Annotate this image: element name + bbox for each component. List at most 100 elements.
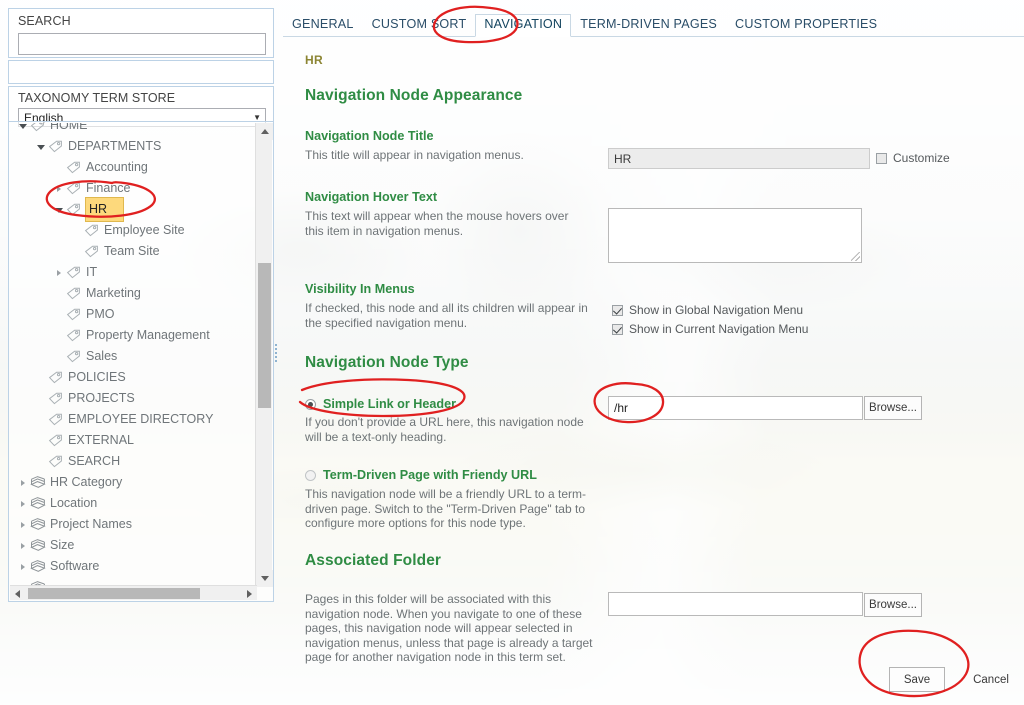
tab-term-driven-pages[interactable]: TERM-DRIVEN PAGES [571,15,726,36]
tree-item-label: HR Category [50,475,123,489]
navigation-settings-form: Navigation Node Appearance Navigation No… [283,72,1024,696]
tree-horizontal-scrollbar[interactable] [10,585,257,600]
tree-item-home[interactable]: HOME [10,123,257,136]
twisty-collapsed-icon[interactable] [16,556,30,577]
term-tag-icon [48,140,64,153]
term-tree-panel: HOME DEPARTMENTS Accounting Finance HR Employ… [8,121,274,602]
term-tag-icon [48,371,64,384]
term-tag-icon [84,224,100,237]
tree-item-property-management[interactable]: Property Management [10,325,257,346]
triangle-icon [21,564,25,570]
search-input[interactable] [18,33,266,55]
simple-link-radio[interactable] [305,398,316,410]
term-tag-icon [66,308,82,321]
associated-folder-input[interactable] [608,592,863,616]
tree-item-policies[interactable]: POLICIES [10,367,257,388]
term-tag-icon [66,329,82,342]
tree-item-team-site[interactable]: Team Site [10,241,257,262]
node-title-input[interactable] [608,148,870,169]
folder-browse-button[interactable]: Browse... [864,593,922,617]
tree-vertical-scrollbar[interactable] [255,123,273,587]
section-heading-associated-folder: Associated Folder [305,552,442,569]
triangle-right-icon [247,589,252,598]
tree-item-label: HR [84,197,125,222]
twisty-expanded-icon[interactable] [16,123,30,136]
tree-item-search[interactable]: SEARCH [10,451,257,472]
vertical-scroll-thumb[interactable] [258,263,271,408]
triangle-down-icon [260,576,269,581]
show-in-current-nav-label: Show in Current Navigation Menu [629,322,809,336]
scroll-left-button[interactable] [10,586,25,601]
twisty-collapsed-icon[interactable] [52,178,66,199]
tree-item-employee-directory[interactable]: EMPLOYEE DIRECTORY [10,409,257,430]
term-tag-icon [84,245,100,258]
tab-custom-sort[interactable]: CUSTOM SORT [363,15,476,36]
tab-custom-properties[interactable]: CUSTOM PROPERTIES [726,15,886,36]
customize-checkbox[interactable] [876,152,887,164]
show-in-global-nav-row[interactable]: Show in Global Navigation Menu [612,303,803,317]
resize-grip-icon[interactable] [851,252,860,261]
tree-item-it[interactable]: IT [10,262,257,283]
tree-item-hr[interactable]: HR [10,197,257,222]
tree-item-size[interactable]: Size [10,535,257,556]
twisty-collapsed-icon[interactable] [16,535,30,556]
section-heading-node-type: Navigation Node Type [305,354,469,371]
twisty-collapsed-icon[interactable] [52,262,66,283]
twisty-collapsed-icon[interactable] [16,493,30,514]
tree-item-finance[interactable]: Finance [10,178,257,199]
scroll-up-button[interactable] [256,123,273,140]
tree-item-project-names[interactable]: Project Names [10,514,257,535]
term-set-icon [30,476,46,489]
simple-link-label: Simple Link or Header [323,397,456,411]
tree-item-sales[interactable]: Sales [10,346,257,367]
tree-item-label: EMPLOYEE DIRECTORY [68,412,214,426]
tab-general[interactable]: GENERAL [283,15,363,36]
term-driven-page-radio-row[interactable]: Term-Driven Page with Friendy URL [305,468,537,482]
tree-item-marketing[interactable]: Marketing [10,283,257,304]
tree-item-hr-category[interactable]: HR Category [10,472,257,493]
panel-splitter-handle[interactable] [274,344,279,366]
tree-item-employee-site[interactable]: Employee Site [10,220,257,241]
tree-item-label: Property Management [86,328,210,342]
show-in-current-nav-row[interactable]: Show in Current Navigation Menu [612,322,808,336]
save-button[interactable]: Save [889,667,945,692]
term-properties-panel: GENERAL CUSTOM SORT NAVIGATION TERM-DRIVEN … [283,6,1024,696]
show-in-global-nav-checkbox[interactable] [612,304,623,316]
tree-item-software[interactable]: Software [10,556,257,577]
customize-label: Customize [893,151,950,165]
triangle-icon [21,543,25,549]
tree-item-label: Sales [86,349,118,363]
taxonomy-term-store-panel: TAXONOMY TERM STORE English ▼ [8,86,274,127]
cancel-button[interactable]: Cancel [963,667,1019,692]
tree-item-external[interactable]: EXTERNAL [10,430,257,451]
tree-item-label: PROJECTS [68,391,135,405]
triangle-icon [19,124,27,129]
field-label-hover-text: Navigation Hover Text [305,190,438,204]
horizontal-scroll-thumb[interactable] [28,588,200,599]
tree-item-accounting[interactable]: Accounting [10,157,257,178]
term-driven-page-radio[interactable] [305,469,316,481]
url-browse-button[interactable]: Browse... [864,396,922,420]
twisty-collapsed-icon[interactable] [16,514,30,535]
show-in-current-nav-checkbox[interactable] [612,323,623,335]
twisty-expanded-icon[interactable] [34,136,48,157]
triangle-icon [21,501,25,507]
hover-text-textarea[interactable] [608,208,862,263]
tree-item-pmo[interactable]: PMO [10,304,257,325]
simple-link-radio-row[interactable]: Simple Link or Header [305,397,456,411]
field-description-associated-folder: Pages in this folder will be associated … [305,592,593,664]
tree-item-location[interactable]: Location [10,493,257,514]
field-label-visibility: Visibility In Menus [305,282,415,296]
simple-link-url-input[interactable] [608,396,863,420]
term-tag-icon [30,123,46,132]
scroll-down-button[interactable] [256,570,273,587]
tab-navigation[interactable]: NAVIGATION [475,14,572,37]
tree-item-projects[interactable]: PROJECTS [10,388,257,409]
tree-item-label: Project Names [50,517,132,531]
tree-item-label: Location [50,496,98,510]
twisty-expanded-icon[interactable] [52,199,66,220]
scroll-right-button[interactable] [242,586,257,601]
customize-checkbox-row[interactable]: Customize [876,151,950,165]
twisty-collapsed-icon[interactable] [16,472,30,493]
tree-item-departments[interactable]: DEPARTMENTS [10,136,257,157]
